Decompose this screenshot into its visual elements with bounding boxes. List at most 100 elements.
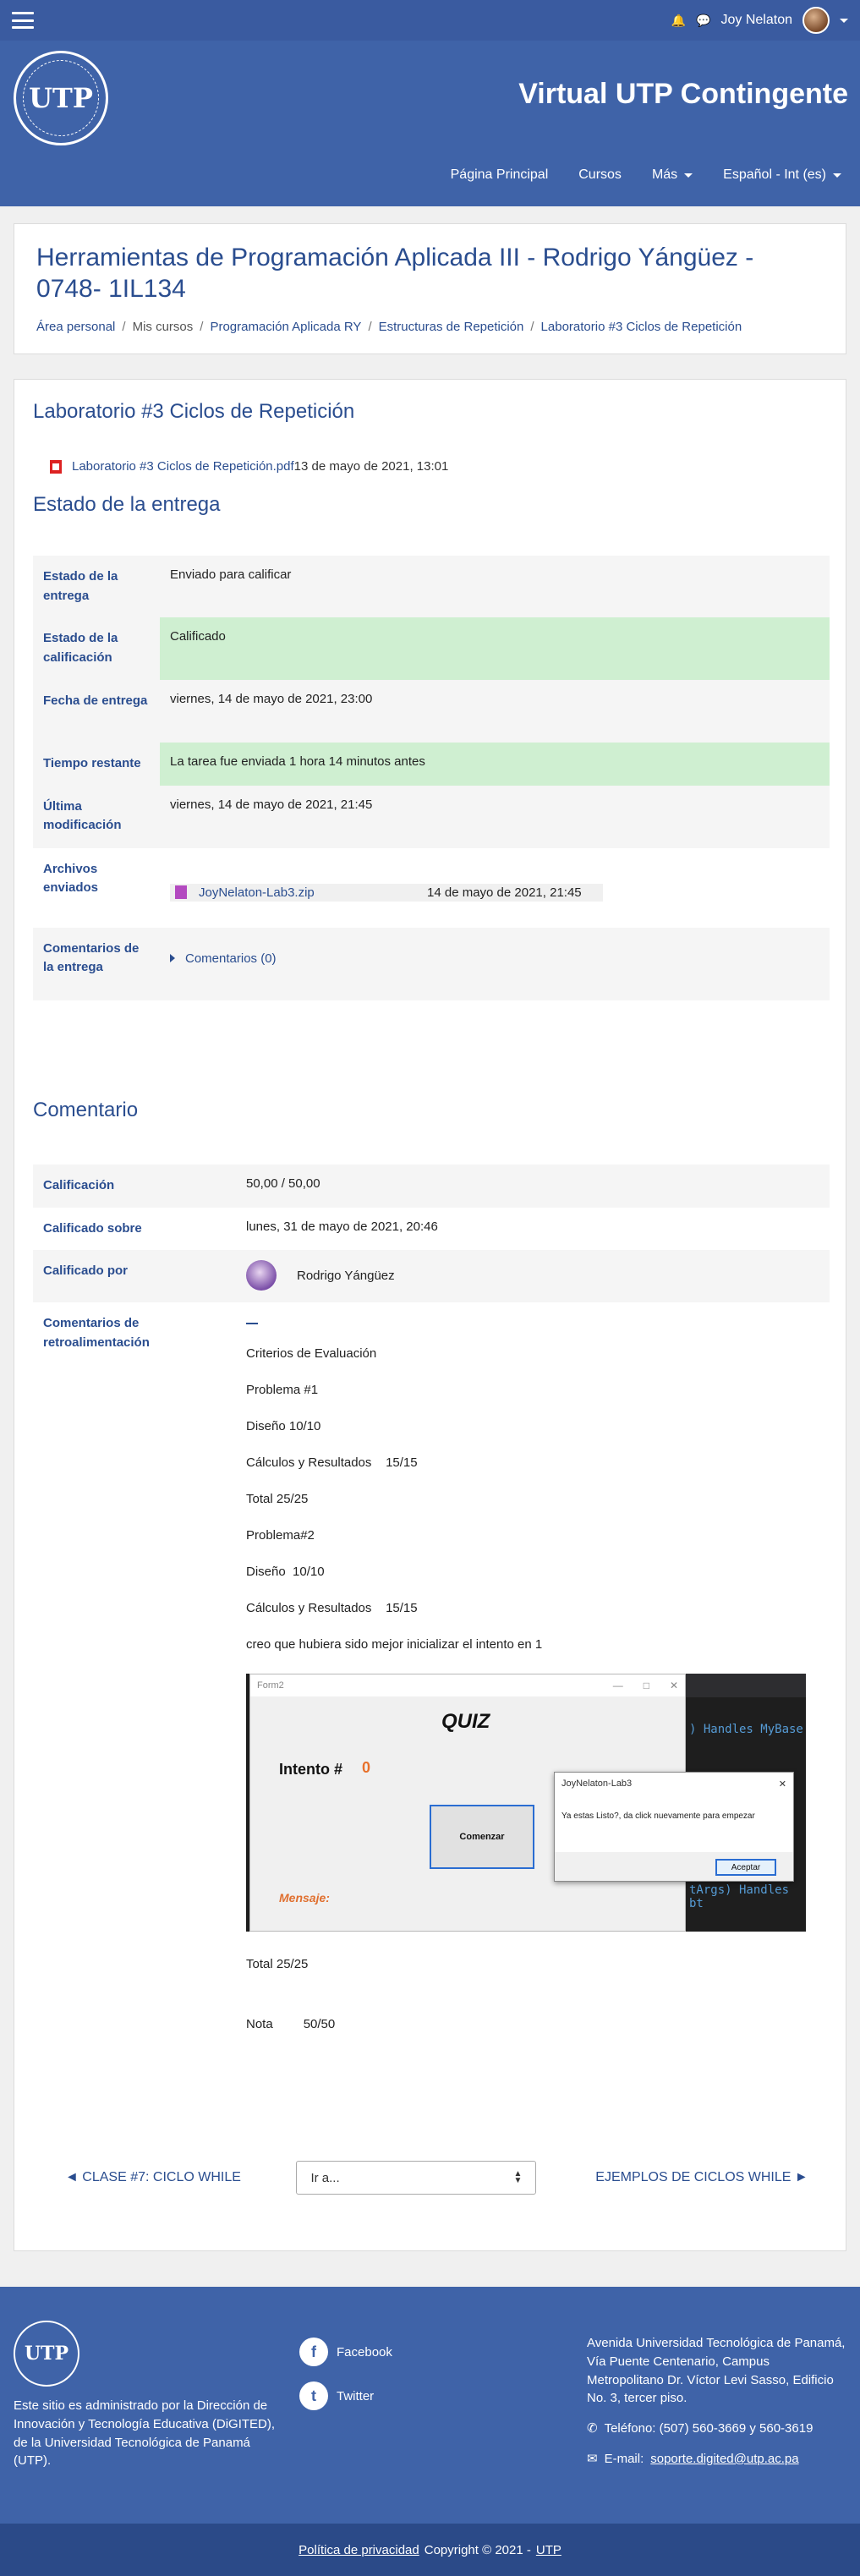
minimize-icon: — xyxy=(612,1680,623,1691)
site-title: Virtual UTP Contingente xyxy=(518,78,848,110)
utp-link[interactable]: UTP xyxy=(536,2543,561,2557)
grader-avatar[interactable] xyxy=(246,1260,277,1291)
grader-name[interactable]: Rodrigo Yángüez xyxy=(297,1269,395,1283)
quiz-title: QUIZ xyxy=(441,1710,490,1733)
messages-icon[interactable]: 💬 xyxy=(696,14,710,28)
feedback-marker xyxy=(246,1323,258,1324)
assignment-title: Laboratorio #3 Ciclos de Repetición xyxy=(33,400,355,423)
submitted-file-date: 14 de mayo de 2021, 21:45 xyxy=(427,885,582,900)
zip-file-icon xyxy=(175,885,187,899)
feedback-line: Criterios de Evaluación xyxy=(246,1346,377,1361)
social-links: f Facebook t Twitter xyxy=(299,2338,392,2425)
user-name[interactable]: Joy Nelaton xyxy=(721,13,793,28)
embedded-screenshot: ) Handles MyBase tArgs) Handles bt Form2… xyxy=(246,1674,806,1932)
chevron-down-icon xyxy=(684,173,693,178)
feedback-line: Diseño 10/10 xyxy=(246,1565,325,1579)
envelope-icon: ✉ xyxy=(587,2451,598,2466)
footer-phone: Teléfono: (507) 560-3669 y 560-3619 xyxy=(604,2421,813,2436)
submitted-file-link[interactable]: JoyNelaton-Lab3.zip xyxy=(199,885,427,900)
attachment-date: 13 de mayo de 2021, 13:01 xyxy=(293,459,449,474)
attachment-link[interactable]: Laboratorio #3 Ciclos de Repetición.pdf xyxy=(72,459,294,474)
message-dialog: JoyNelaton-Lab3 ✕ Ya estas Listo?, da cli… xyxy=(554,1772,794,1882)
nav-language[interactable]: Español - Int (es) xyxy=(723,167,841,183)
pdf-file-icon xyxy=(50,459,62,474)
course-header-card: Herramientas de Programación Aplicada II… xyxy=(14,223,846,354)
status-row: Estado de la calificación Calificado xyxy=(33,617,830,680)
breadcrumb-course[interactable]: Programación Aplicada RY xyxy=(210,320,361,334)
grade-row: Calificación 50,00 / 50,00 xyxy=(33,1165,830,1208)
intento-value: 0 xyxy=(362,1759,371,1776)
select-arrows-icon: ▲ ▼ xyxy=(513,2169,523,2185)
feedback-line: Problema#2 xyxy=(246,1528,315,1543)
feedback-total: Total 25/25 xyxy=(246,1957,309,1971)
dialog-title: JoyNelaton-Lab3 xyxy=(561,1779,633,1789)
feedback-table: Calificación 50,00 / 50,00 Calificado so… xyxy=(33,1165,830,2043)
footer-contact: Avenida Universidad Tecnológica de Panam… xyxy=(587,2334,849,2469)
status-row: Fecha de entrega viernes, 14 de mayo de … xyxy=(33,680,830,743)
phone-icon: ✆ xyxy=(587,2421,598,2436)
code-line: ) Handles MyBase xyxy=(689,1723,803,1736)
user-menu-caret-icon[interactable] xyxy=(840,18,848,23)
twitter-link[interactable]: t Twitter xyxy=(299,2381,392,2410)
facebook-icon: f xyxy=(299,2338,328,2366)
mensaje-label: Mensaje: xyxy=(279,1891,330,1905)
top-navbar: 🔔 💬 Joy Nelaton xyxy=(0,0,860,41)
breadcrumb-assignment[interactable]: Laboratorio #3 Ciclos de Repetición xyxy=(541,320,742,334)
status-row: Archivos enviados JoyNelaton-Lab3.zip 14… xyxy=(33,848,830,928)
prev-activity-link[interactable]: ◄ CLASE #7: CICLO WHILE xyxy=(65,2170,241,2185)
graded-by-row: Calificado por Rodrigo Yángüez xyxy=(33,1250,830,1302)
twitter-icon: t xyxy=(299,2381,328,2410)
footer-email-link[interactable]: soporte.digited@utp.ac.pa xyxy=(650,2450,798,2469)
dialog-ok-button: Aceptar xyxy=(715,1859,776,1876)
status-row: Estado de la entrega Enviado para califi… xyxy=(33,556,830,617)
breadcrumb-mis-cursos: Mis cursos xyxy=(132,320,194,335)
nav-mas[interactable]: Más xyxy=(652,167,693,183)
feedback-heading: Comentario xyxy=(33,1099,139,1121)
grade-value: 50,00 / 50,00 xyxy=(246,1165,830,1208)
activity-navigation: ◄ CLASE #7: CICLO WHILE Ir a... ▲ ▼ EJEMP… xyxy=(14,2161,846,2195)
site-header: UTP Virtual UTP Contingente Página Princ… xyxy=(0,41,860,206)
facebook-link[interactable]: f Facebook xyxy=(299,2338,392,2366)
next-activity-link[interactable]: EJEMPLOS DE CICLOS WHILE ► xyxy=(592,2167,812,2189)
code-line: tArgs) Handles bt xyxy=(689,1883,790,1910)
graded-on-row: Calificado sobre lunes, 31 de mayo de 20… xyxy=(43,1219,438,1236)
notifications-bell-icon[interactable]: 🔔 xyxy=(671,14,686,28)
feedback-line: Cálculos y Resultados 15/15 xyxy=(246,1455,418,1470)
breadcrumb: Área personal / Mis cursos / Programació… xyxy=(36,320,742,335)
submitted-file: JoyNelaton-Lab3.zip 14 de mayo de 2021, … xyxy=(170,883,603,902)
code-editor-tabs xyxy=(686,1674,806,1697)
feedback-line: Problema #1 xyxy=(246,1383,319,1397)
user-avatar[interactable] xyxy=(802,7,830,34)
feedback-line: Diseño 10/10 xyxy=(246,1419,321,1433)
comenzar-button: Comenzar xyxy=(430,1805,534,1869)
status-row: Última modificación viernes, 14 de mayo … xyxy=(33,785,830,848)
breadcrumb-section[interactable]: Estructuras de Repetición xyxy=(379,320,524,334)
jump-to-select[interactable]: Ir a... ▲ ▼ xyxy=(296,2161,537,2195)
footer-utp-logo: UTP xyxy=(14,2321,79,2387)
form-window-title: Form2 xyxy=(257,1680,284,1691)
close-icon: ✕ xyxy=(669,1680,678,1691)
feedback-line: Total 25/25 xyxy=(246,1492,309,1506)
copyright-bar: Política de privacidad Copyright © 2021 … xyxy=(0,2524,860,2576)
feedback-line: Cálculos y Resultados 15/15 xyxy=(246,1601,418,1615)
status-heading: Estado de la entrega xyxy=(33,493,221,516)
copyright-text: Copyright © 2021 - xyxy=(424,2542,531,2557)
dialog-message: Ya estas Listo?, da click nuevamente par… xyxy=(561,1811,755,1821)
chevron-down-icon xyxy=(833,173,841,178)
footer-address: Avenida Universidad Tecnológica de Panam… xyxy=(587,2336,846,2406)
attachment-row: Laboratorio #3 Ciclos de Repetición.pdf … xyxy=(50,459,448,474)
course-title: Herramientas de Programación Aplicada II… xyxy=(36,244,754,303)
utp-logo[interactable]: UTP xyxy=(14,51,108,145)
nav-cursos[interactable]: Cursos xyxy=(578,167,622,183)
submission-comments-toggle[interactable]: Comentarios (0) xyxy=(170,951,819,966)
nav-pagina-principal[interactable]: Página Principal xyxy=(451,167,549,183)
feedback-line: creo que hubiera sido mejor inicializar … xyxy=(246,1637,543,1652)
status-row: Tiempo restante La tarea fue enviada 1 h… xyxy=(33,743,830,786)
privacy-policy-link[interactable]: Política de privacidad xyxy=(299,2543,419,2557)
breadcrumb-area-personal[interactable]: Área personal xyxy=(36,320,115,334)
feedback-nota: Nota 50/50 xyxy=(246,2017,336,2031)
menu-toggle-icon[interactable] xyxy=(12,12,34,29)
assignment-card: Laboratorio #3 Ciclos de Repetición Labo… xyxy=(14,379,846,2251)
site-footer: UTP Este sitio es administrado por la Di… xyxy=(0,2287,860,2524)
expand-arrow-icon xyxy=(170,954,175,962)
